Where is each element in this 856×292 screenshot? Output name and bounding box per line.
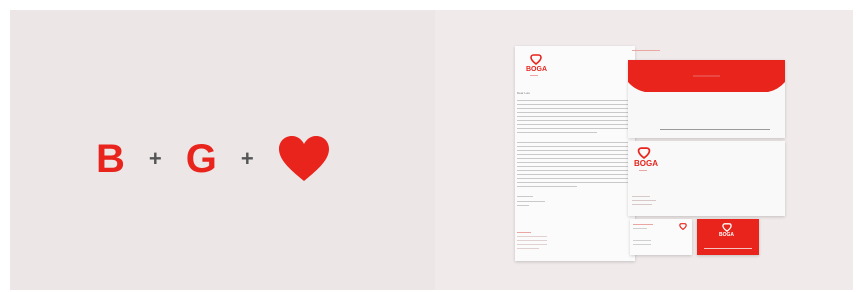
logo-equation: B + G + [96, 134, 330, 184]
text-line [517, 186, 577, 187]
text-line [517, 162, 629, 163]
plus-sign: + [240, 146, 254, 171]
envelope-flap [628, 60, 785, 92]
heart-icon [278, 136, 329, 181]
footer-line [517, 232, 531, 233]
card-name [633, 224, 653, 225]
text-line [517, 116, 629, 117]
footer-line [517, 244, 547, 245]
plus-sign: + [148, 146, 162, 171]
logo-tagline [530, 75, 538, 76]
return-address [632, 200, 656, 201]
letter-b: B [96, 137, 125, 181]
card-title [633, 228, 647, 229]
card-partner-logos [704, 248, 752, 249]
card-contact [633, 240, 651, 241]
text-line [517, 142, 629, 143]
card-contact [633, 244, 651, 245]
return-address [632, 196, 650, 197]
text-line [517, 146, 629, 147]
letterhead-contact [632, 50, 660, 51]
signoff-line [517, 201, 545, 202]
text-line [517, 132, 597, 133]
logo-tagline [639, 170, 647, 171]
text-line [517, 104, 629, 105]
footer-line [517, 240, 547, 241]
text-line [517, 178, 629, 179]
boga-logo-icon [722, 223, 732, 232]
card-brand-name: BOGA [719, 232, 734, 238]
text-line [517, 170, 629, 171]
letter-greeting: Dear Luis [517, 91, 530, 95]
letter-g: G [185, 137, 217, 181]
return-address [632, 204, 652, 205]
letterhead-brand-name: BOGA [526, 66, 547, 73]
text-line [517, 108, 629, 109]
text-line [517, 128, 629, 129]
text-line [517, 154, 629, 155]
text-line [517, 166, 629, 167]
signoff-line [517, 205, 529, 206]
text-line [517, 120, 629, 121]
text-line [517, 158, 629, 159]
envelope-brand-name: BOGA [634, 159, 658, 168]
signoff-line [517, 196, 533, 197]
boga-logo-icon [530, 54, 542, 65]
text-line [517, 112, 629, 113]
boga-logo-icon [637, 147, 651, 159]
partner-logos-row [660, 129, 770, 130]
boga-logo-icon [679, 223, 687, 230]
footer-line [517, 236, 547, 237]
text-line [517, 150, 629, 151]
text-line [517, 100, 629, 101]
text-line [517, 124, 629, 125]
footer-line [517, 248, 539, 249]
text-line [517, 174, 629, 175]
text-line [517, 182, 629, 183]
